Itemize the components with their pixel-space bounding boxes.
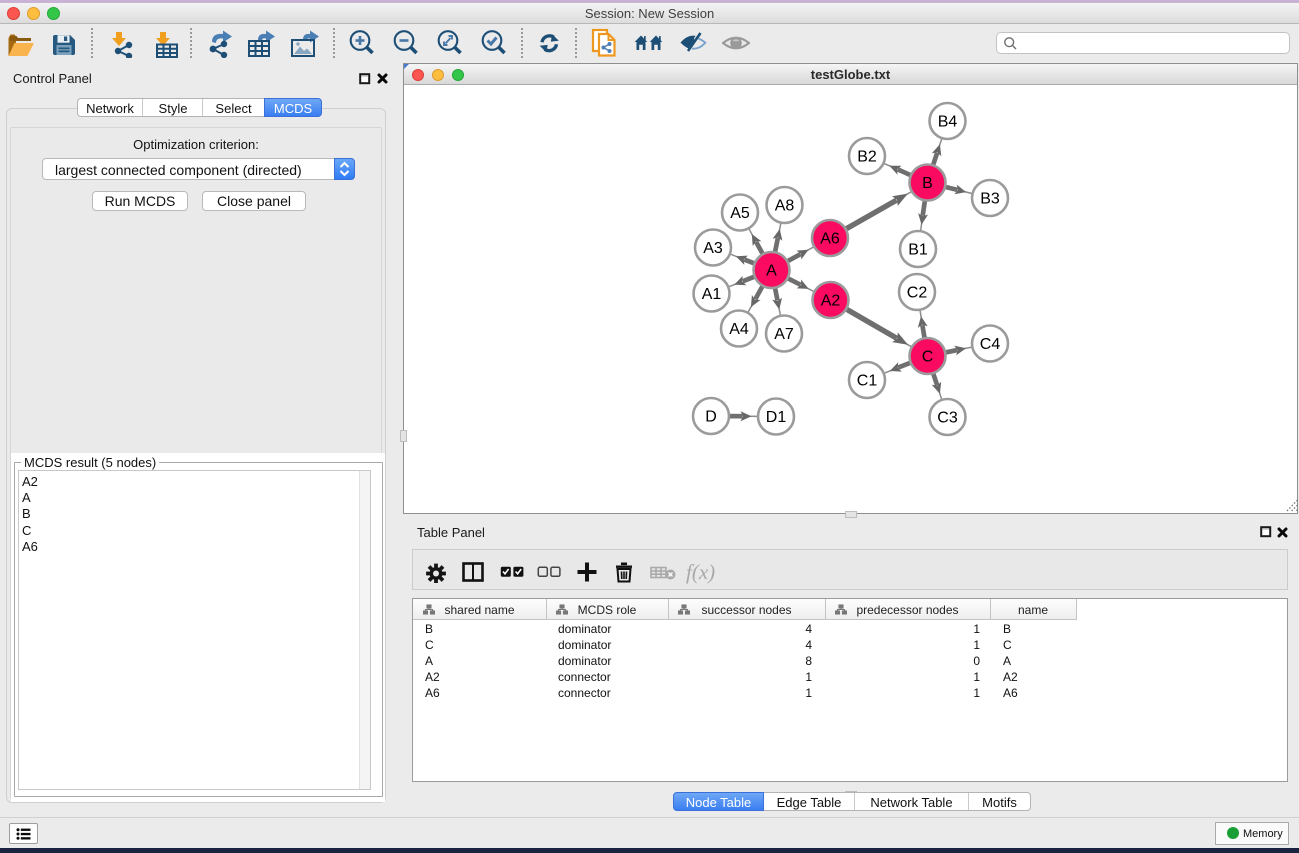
svg-text:C3: C3 bbox=[937, 410, 958, 427]
svg-text:A8: A8 bbox=[775, 198, 795, 215]
svg-text:B4: B4 bbox=[938, 114, 958, 131]
svg-text:A6: A6 bbox=[820, 231, 840, 248]
svg-text:A5: A5 bbox=[730, 205, 750, 222]
svg-text:A1: A1 bbox=[702, 286, 722, 303]
svg-text:A: A bbox=[766, 263, 777, 280]
svg-text:A4: A4 bbox=[729, 321, 749, 338]
svg-text:B2: B2 bbox=[857, 149, 877, 166]
svg-text:B1: B1 bbox=[908, 242, 928, 259]
svg-text:A7: A7 bbox=[774, 326, 794, 343]
svg-text:A3: A3 bbox=[703, 240, 723, 257]
svg-text:B: B bbox=[922, 175, 933, 192]
svg-text:A2: A2 bbox=[821, 293, 841, 310]
svg-text:B3: B3 bbox=[980, 191, 1000, 208]
svg-text:D: D bbox=[705, 409, 717, 426]
svg-text:C: C bbox=[922, 349, 934, 366]
svg-text:C2: C2 bbox=[907, 285, 928, 302]
svg-text:D1: D1 bbox=[766, 409, 787, 426]
svg-text:C4: C4 bbox=[980, 336, 1001, 353]
svg-text:C1: C1 bbox=[857, 373, 878, 390]
